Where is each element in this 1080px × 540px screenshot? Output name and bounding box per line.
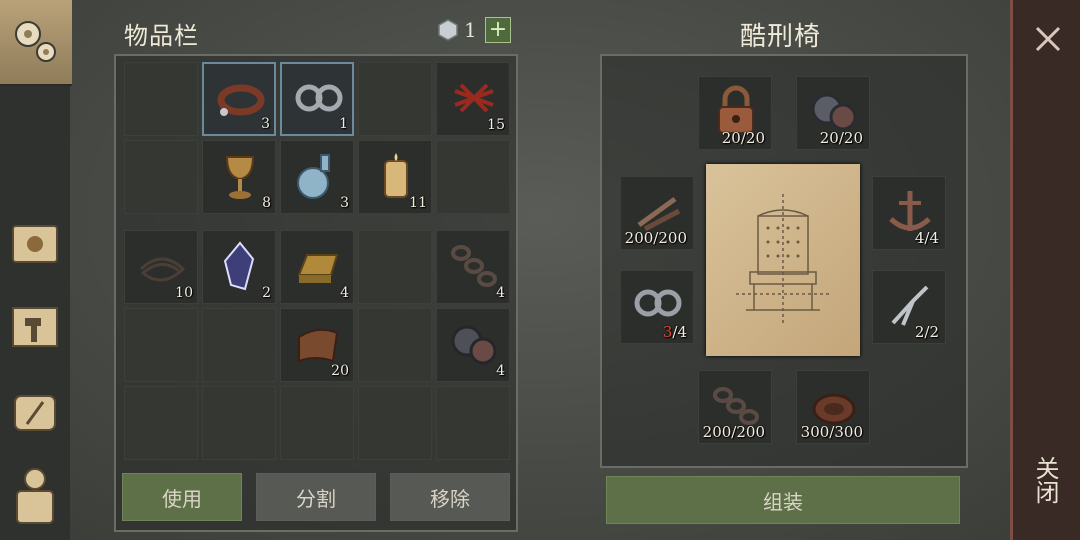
ingredient-chain[interactable]: 200/200 [698, 370, 772, 444]
empty-slot[interactable] [358, 308, 432, 382]
inventory-title: 物品栏 [124, 22, 199, 50]
quill-scroll-icon [14, 395, 56, 431]
assemble-button[interactable]: 组装 [606, 476, 960, 524]
gears-icon [15, 21, 56, 62]
item-count: 4 [496, 285, 505, 301]
empty-slot[interactable] [124, 386, 198, 460]
close-panel[interactable]: 关闭 [1010, 0, 1080, 540]
hammer-map-button[interactable] [6, 298, 64, 356]
inventory-slot[interactable]: 4 [436, 230, 510, 304]
empty-slot[interactable] [358, 62, 432, 136]
ingredient-leather[interactable]: 300/300 [796, 370, 870, 444]
close-label[interactable]: 关闭 [1031, 456, 1063, 504]
character-button[interactable] [6, 466, 64, 524]
item-count: 3 [340, 195, 349, 211]
anchor-count: 4/4 [914, 229, 939, 247]
split-button[interactable]: 分割 [256, 473, 376, 521]
inventory-slot[interactable]: 10 [124, 230, 198, 304]
ingredient-pliers[interactable]: 2/2 [872, 270, 946, 344]
pliers-count: 2/2 [914, 323, 939, 341]
potion-bottle-icon [297, 154, 330, 199]
inventory-slot[interactable]: 1 [280, 62, 354, 136]
chair-blueprint [706, 164, 860, 356]
ingredient-nails[interactable]: 200/200 [620, 176, 694, 250]
goblet-icon [225, 156, 255, 199]
settings-button[interactable] [0, 0, 72, 86]
hammer-icon [12, 307, 58, 347]
ingredient-lock[interactable]: 20/20 [698, 76, 772, 150]
sun-book-icon [12, 225, 58, 263]
empty-slot[interactable] [436, 386, 510, 460]
lock-count: 20/20 [721, 129, 765, 147]
ingredient-anchor[interactable]: 4/4 [872, 176, 946, 250]
empty-slot[interactable] [358, 230, 432, 304]
gem-currency-icon [438, 19, 458, 41]
empty-slot[interactable] [436, 140, 510, 214]
ingredient-shackles[interactable]: 3/4 [620, 270, 694, 344]
shackles-need: /4 [672, 323, 687, 341]
item-count: 1 [339, 116, 348, 132]
item-count: 10 [175, 285, 193, 301]
inventory-slot[interactable]: 8 [202, 140, 276, 214]
ingredient-gears[interactable]: 20/20 [796, 76, 870, 150]
nails-count: 200/200 [624, 229, 687, 247]
sun-book-button[interactable] [6, 216, 64, 274]
character-icon [16, 468, 54, 524]
empty-slot[interactable] [202, 386, 276, 460]
craft-title: 酷刑椅 [740, 22, 822, 52]
shackles-icon [295, 84, 343, 112]
gear-icon [451, 325, 497, 365]
empty-slot[interactable] [124, 140, 198, 214]
empty-slot[interactable] [280, 386, 354, 460]
inventory-slot[interactable]: 3 [202, 62, 276, 136]
item-count: 4 [340, 285, 349, 301]
gears-count: 20/20 [819, 129, 863, 147]
empty-slot[interactable] [358, 386, 432, 460]
item-count: 4 [496, 363, 505, 379]
leather-count: 300/300 [800, 423, 863, 441]
inventory-slot[interactable]: 3 [280, 140, 354, 214]
inventory-slot[interactable]: 4 [436, 308, 510, 382]
inventory-slot[interactable]: 11 [358, 140, 432, 214]
item-count: 3 [261, 116, 270, 132]
leather-collar-icon [217, 84, 265, 116]
chain-icon [451, 245, 497, 287]
empty-slot[interactable] [202, 308, 276, 382]
empty-slot[interactable] [124, 62, 198, 136]
inventory-slot[interactable]: 4 [280, 230, 354, 304]
shackles-have: 3 [662, 323, 673, 341]
left-sidebar [0, 0, 72, 540]
item-count: 11 [409, 195, 427, 211]
close-icon[interactable] [1031, 22, 1065, 56]
remove-button[interactable]: 移除 [390, 473, 510, 521]
plus-icon: + [488, 17, 508, 42]
item-count: 20 [331, 363, 349, 379]
empty-slot[interactable] [124, 308, 198, 382]
item-count: 8 [262, 195, 271, 211]
item-count: 15 [487, 117, 505, 133]
add-currency-button[interactable]: + [485, 17, 511, 43]
gold-ingot-icon [297, 254, 339, 283]
shackles-count: 3/4 [621, 323, 693, 341]
item-count: 2 [262, 285, 271, 301]
quest-scroll-button[interactable] [6, 384, 64, 442]
inventory-slot[interactable]: 15 [436, 62, 510, 136]
use-button[interactable]: 使用 [122, 473, 242, 521]
crystal-icon [223, 241, 255, 291]
inventory-slot[interactable]: 20 [280, 308, 354, 382]
currency-count: 1 [464, 18, 477, 42]
torture-chair-icon [736, 194, 830, 324]
chain-count: 200/200 [702, 423, 765, 441]
inventory-slot[interactable]: 2 [202, 230, 276, 304]
